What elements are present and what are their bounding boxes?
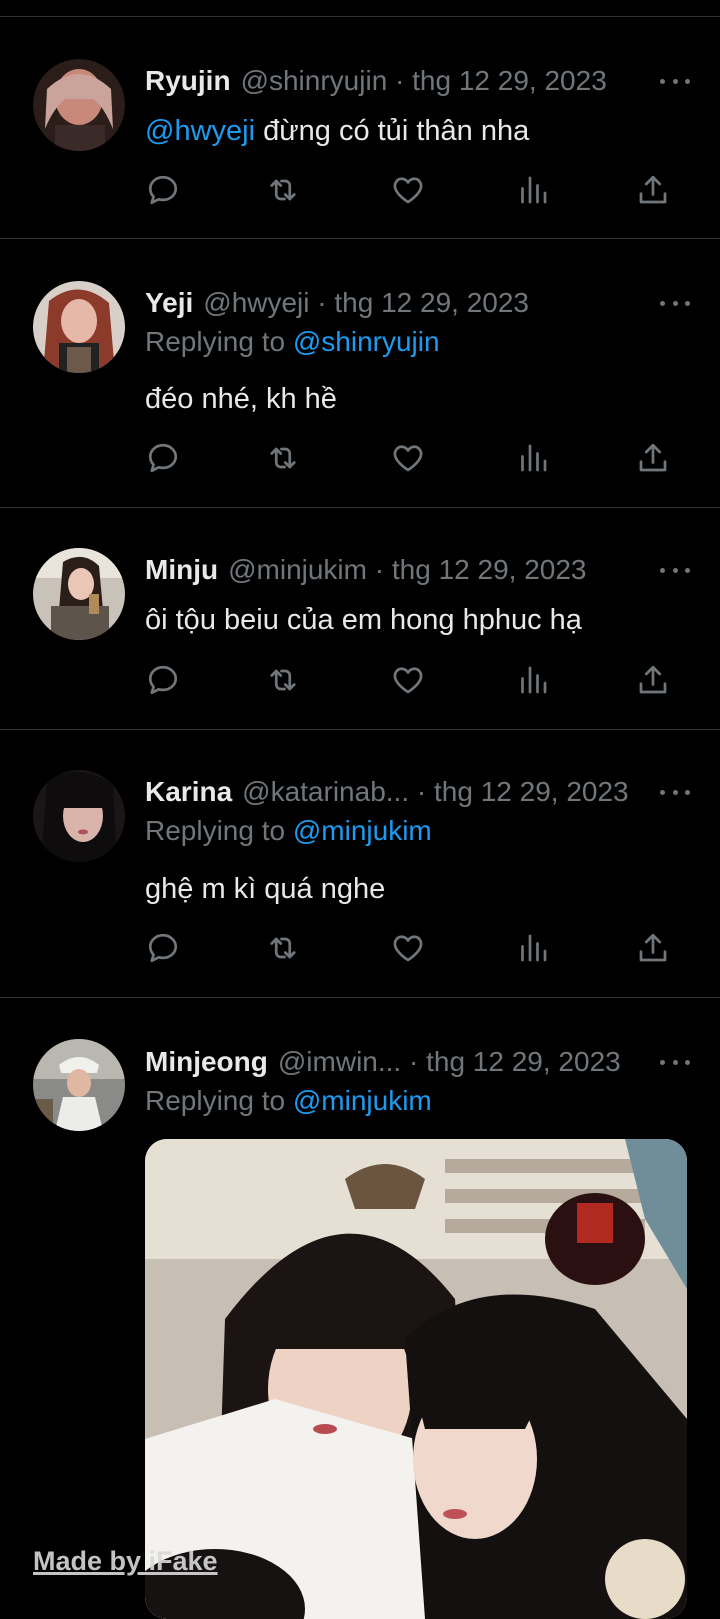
reply-icon[interactable] bbox=[145, 440, 181, 476]
divider bbox=[0, 997, 720, 998]
display-name[interactable]: Karina bbox=[145, 776, 232, 808]
timestamp[interactable]: · thg 12 29, 2023 bbox=[417, 776, 629, 808]
views-icon[interactable] bbox=[515, 172, 551, 208]
handle[interactable]: @minjukim bbox=[228, 554, 367, 586]
divider bbox=[0, 507, 720, 508]
action-bar bbox=[145, 930, 685, 970]
avatar[interactable] bbox=[33, 1039, 125, 1131]
views-icon[interactable] bbox=[515, 662, 551, 698]
tweet-text: @hwyeji đừng có tủi thân nha bbox=[145, 115, 529, 148]
reply-icon[interactable] bbox=[145, 172, 181, 208]
reply-icon[interactable] bbox=[145, 930, 181, 966]
replying-to-label: Replying to bbox=[145, 815, 293, 846]
action-bar bbox=[145, 662, 685, 702]
handle[interactable]: @hwyeji bbox=[203, 287, 309, 319]
share-icon[interactable] bbox=[635, 172, 671, 208]
action-bar bbox=[145, 440, 685, 480]
mention-link[interactable]: @minjukim bbox=[293, 815, 432, 846]
mention-link[interactable]: @shinryujin bbox=[293, 326, 440, 357]
divider bbox=[0, 238, 720, 239]
more-icon[interactable] bbox=[660, 1044, 690, 1080]
timestamp[interactable]: · thg 12 29, 2023 bbox=[395, 65, 607, 97]
like-icon[interactable] bbox=[390, 930, 426, 966]
timestamp[interactable]: · thg 12 29, 2023 bbox=[409, 1046, 621, 1078]
handle[interactable]: @katarinab... bbox=[242, 776, 409, 808]
handle[interactable]: @shinryujin bbox=[241, 65, 388, 97]
more-icon[interactable] bbox=[660, 552, 690, 588]
views-icon[interactable] bbox=[515, 440, 551, 476]
tweet-text: ôi tộu beiu của em hong hphuc hạ bbox=[145, 604, 582, 636]
share-icon[interactable] bbox=[635, 930, 671, 966]
retweet-icon[interactable] bbox=[265, 662, 301, 698]
mention-link[interactable]: @minjukim bbox=[293, 1085, 432, 1116]
avatar[interactable] bbox=[33, 281, 125, 373]
share-icon[interactable] bbox=[635, 662, 671, 698]
timestamp[interactable]: · thg 12 29, 2023 bbox=[375, 554, 587, 586]
like-icon[interactable] bbox=[390, 662, 426, 698]
replying-to: Replying to @minjukim bbox=[145, 1085, 432, 1117]
action-bar bbox=[145, 172, 685, 212]
replying-to: Replying to @minjukim bbox=[145, 815, 432, 847]
retweet-icon[interactable] bbox=[265, 172, 301, 208]
watermark: Made by iFake bbox=[33, 1546, 218, 1576]
replying-to: Replying to @shinryujin bbox=[145, 326, 440, 358]
tweet-text: đéo nhé, kh hề bbox=[145, 383, 337, 415]
share-icon[interactable] bbox=[635, 440, 671, 476]
divider bbox=[0, 16, 720, 17]
timestamp[interactable]: · thg 12 29, 2023 bbox=[317, 287, 529, 319]
retweet-icon[interactable] bbox=[265, 440, 301, 476]
avatar[interactable] bbox=[33, 548, 125, 640]
reply-icon[interactable] bbox=[145, 662, 181, 698]
replying-to-label: Replying to bbox=[145, 326, 293, 357]
display-name[interactable]: Ryujin bbox=[145, 65, 231, 97]
display-name[interactable]: Yeji bbox=[145, 287, 193, 319]
handle[interactable]: @imwin... bbox=[278, 1046, 401, 1078]
more-icon[interactable] bbox=[660, 774, 690, 810]
avatar[interactable] bbox=[33, 59, 125, 151]
like-icon[interactable] bbox=[390, 172, 426, 208]
display-name[interactable]: Minju bbox=[145, 554, 218, 586]
avatar[interactable] bbox=[33, 770, 125, 862]
divider bbox=[0, 729, 720, 730]
tweet-text-content: đừng có tủi thân nha bbox=[255, 115, 530, 147]
more-icon[interactable] bbox=[660, 63, 690, 99]
display-name[interactable]: Minjeong bbox=[145, 1046, 268, 1078]
tweet-text: ghệ m kì quá nghe bbox=[145, 873, 386, 905]
tweet-photo[interactable] bbox=[145, 1139, 687, 1619]
like-icon[interactable] bbox=[390, 440, 426, 476]
retweet-icon[interactable] bbox=[265, 930, 301, 966]
more-icon[interactable] bbox=[660, 285, 690, 321]
mention-link[interactable]: @hwyeji bbox=[145, 115, 255, 147]
replying-to-label: Replying to bbox=[145, 1085, 293, 1116]
views-icon[interactable] bbox=[515, 930, 551, 966]
